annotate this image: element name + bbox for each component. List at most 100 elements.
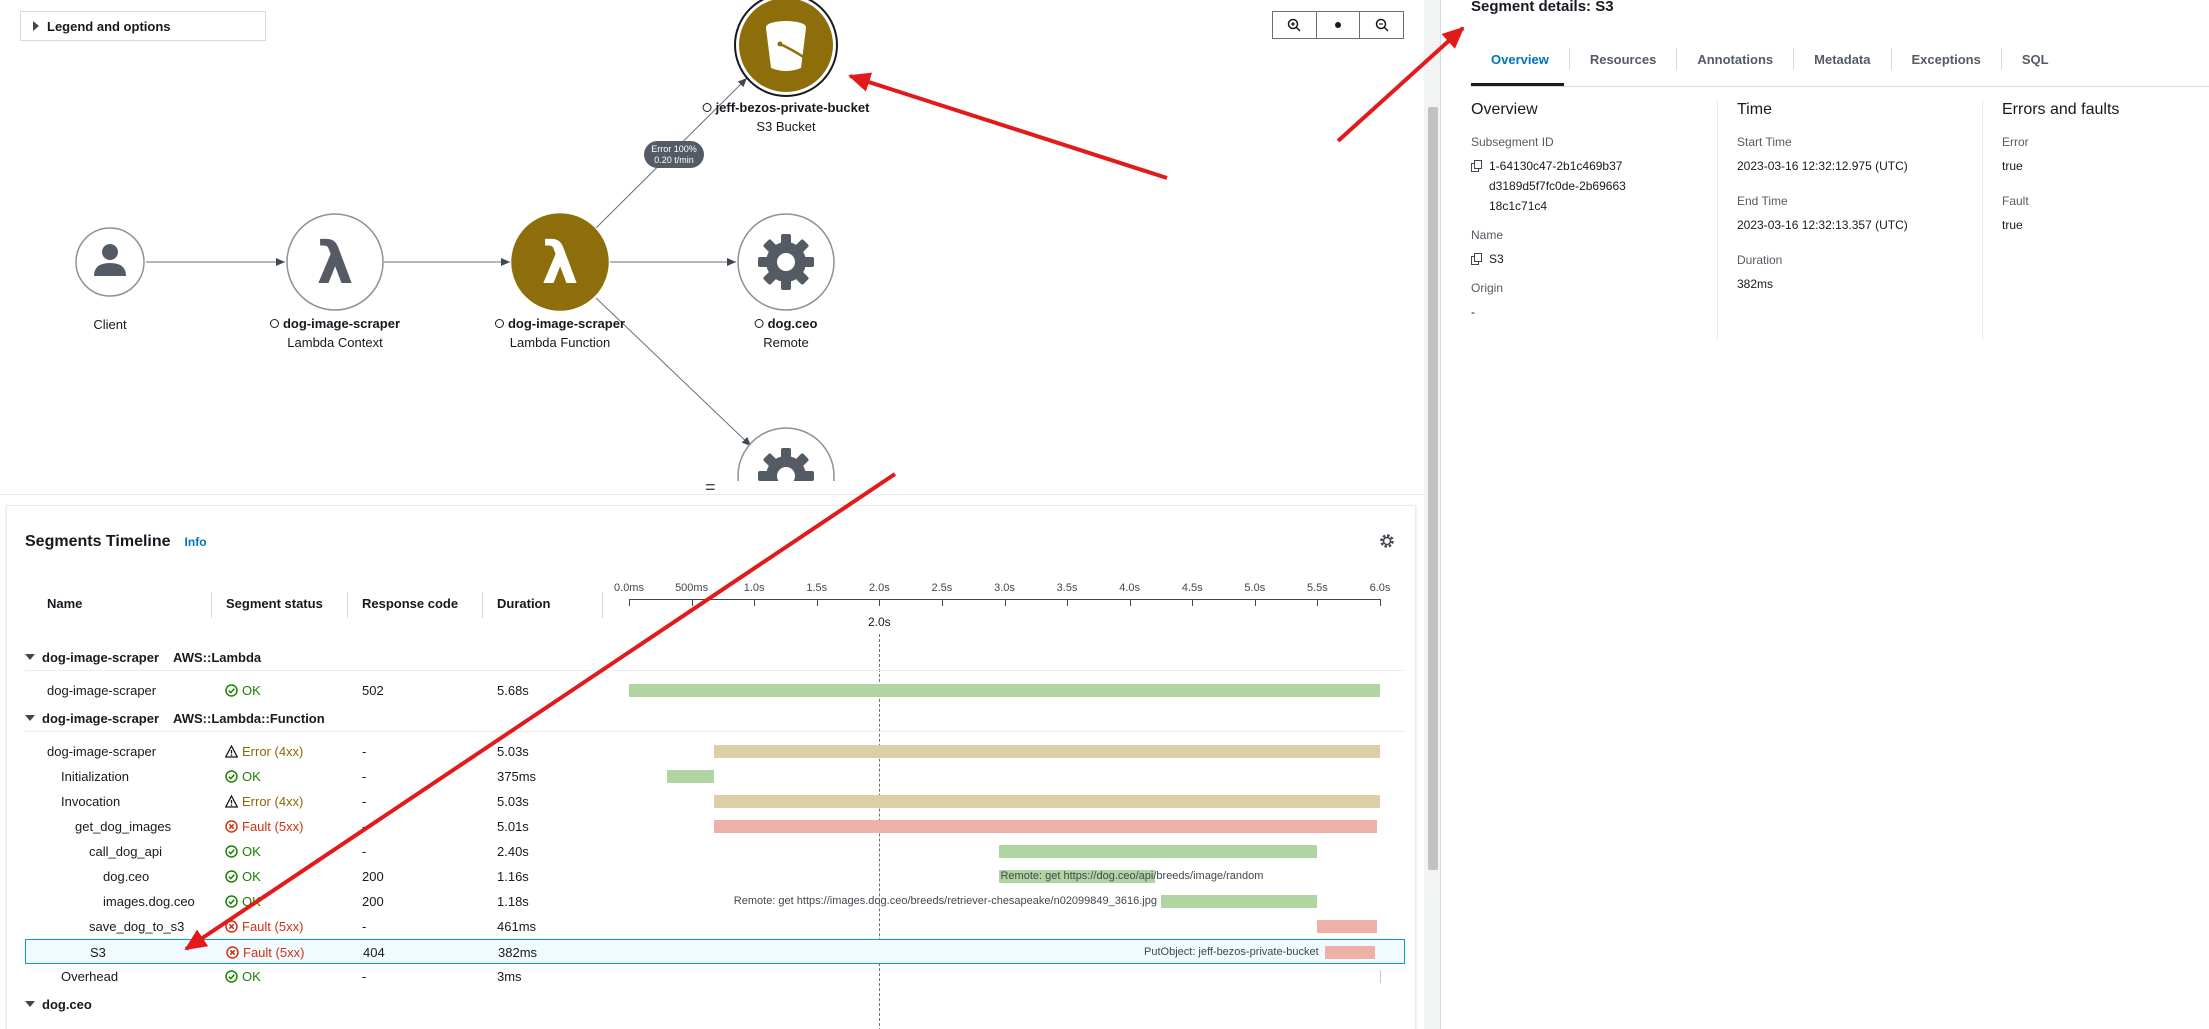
timeline-row[interactable]: Overhead OK - 3ms xyxy=(25,964,1405,989)
end-time-value: 2023-03-16 12:32:13.357 (UTC) xyxy=(1737,218,1908,232)
service-map[interactable]: λ λ Legend and options Client dog-image-… xyxy=(0,0,1424,495)
tab-sql[interactable]: SQL xyxy=(2002,48,2069,70)
response-code: - xyxy=(362,969,367,984)
response-code: - xyxy=(362,794,367,809)
segment-name: Overhead xyxy=(61,969,119,984)
tab-exceptions[interactable]: Exceptions xyxy=(1892,48,2002,70)
segment-duration: 3ms xyxy=(497,969,522,984)
node-lambda-function[interactable]: λ xyxy=(511,213,609,311)
segment-name: dog-image-scraper xyxy=(47,744,157,759)
axis-tick xyxy=(816,599,818,606)
segments-timeline-panel: Segments Timeline Info Name Segment stat… xyxy=(6,505,1416,1029)
scrollbar-thumb[interactable] xyxy=(1428,107,1438,870)
axis-tick xyxy=(1317,599,1319,606)
tab-metadata[interactable]: Metadata xyxy=(1794,48,1892,70)
segment-bar[interactable] xyxy=(1317,920,1378,933)
axis-tick-label: 500ms xyxy=(675,582,709,594)
legend-and-options-toggle[interactable]: Legend and options xyxy=(20,11,266,41)
tab-resources[interactable]: Resources xyxy=(1570,48,1678,70)
axis-tick-label: 4.5s xyxy=(1181,582,1203,594)
axis-tick xyxy=(1380,599,1381,606)
timeline-row[interactable]: save_dog_to_s3 Fault (5xx) - 461ms xyxy=(25,914,1405,939)
timeline-group-header[interactable]: dog-image-scraper AWS::Lambda xyxy=(25,646,1405,668)
settings-gear-icon[interactable] xyxy=(1379,533,1395,549)
segment-bar-label: Remote: get https://dog.ceo/api/breeds/i… xyxy=(1000,870,1264,882)
segment-bar[interactable] xyxy=(999,845,1318,858)
resize-handle-icon[interactable]: = xyxy=(705,478,716,495)
node-lambda-context[interactable]: λ xyxy=(286,213,384,311)
zoom-out-button[interactable] xyxy=(1360,12,1403,38)
column-header-name[interactable]: Name xyxy=(47,596,82,611)
node-subtitle: Remote xyxy=(763,335,809,350)
tab-overview[interactable]: Overview xyxy=(1471,48,1570,70)
segment-bar[interactable] xyxy=(714,745,1380,758)
segment-name: images.dog.ceo xyxy=(103,894,195,909)
legend-toggle-label: Legend and options xyxy=(47,18,171,34)
details-tabs: Overview Resources Annotations Metadata … xyxy=(1471,48,2069,86)
segment-name: save_dog_to_s3 xyxy=(89,919,185,934)
column-header-response-code[interactable]: Response code xyxy=(362,596,458,611)
origin-label: Origin xyxy=(1471,281,1504,295)
timeline-row[interactable]: call_dog_api OK - 2.40s xyxy=(25,839,1405,864)
timeline-group-header[interactable]: dog-image-scraper AWS::Lambda::Function xyxy=(25,707,1405,729)
timeline-row[interactable]: dog.ceo OK 200 1.16s Remote: get https://dog… xyxy=(25,864,1405,889)
copy-icon[interactable] xyxy=(1471,253,1483,265)
segment-bar[interactable] xyxy=(714,795,1380,808)
error-value: true xyxy=(2002,159,2023,173)
segment-status-text: Error (4xx) xyxy=(242,744,304,759)
segment-bar[interactable] xyxy=(1380,970,1381,983)
copy-icon[interactable] xyxy=(1471,160,1483,172)
zoom-in-button[interactable] xyxy=(1273,12,1317,38)
segment-status-text: OK xyxy=(242,769,261,784)
timeline-row[interactable]: images.dog.ceo OK 200 1.18s Remote: get http… xyxy=(25,889,1405,914)
node-client[interactable] xyxy=(75,227,145,297)
segment-name: call_dog_api xyxy=(89,844,163,859)
segment-status-text: Error (4xx) xyxy=(242,794,304,809)
subsegment-id-label: Subsegment ID xyxy=(1471,135,1554,149)
segment-duration: 382ms xyxy=(498,945,538,960)
response-code: - xyxy=(362,919,367,934)
axis-tick-label: 0.0ms xyxy=(614,582,644,594)
origin-value: - xyxy=(1471,305,1475,319)
timeline-row[interactable]: Invocation Error (4xx) - 5.03s xyxy=(25,789,1405,814)
segment-duration: 5.03s xyxy=(497,744,529,759)
fault-label: Fault xyxy=(2002,194,2029,208)
health-indicator-icon xyxy=(702,103,712,112)
caret-down-icon xyxy=(25,715,35,721)
zoom-reset-button[interactable] xyxy=(1317,12,1361,38)
info-link[interactable]: Info xyxy=(185,535,207,549)
node-s3-bucket[interactable] xyxy=(734,0,838,97)
column-divider xyxy=(347,592,348,618)
timeline-row[interactable]: Initialization OK - 375ms xyxy=(25,764,1405,789)
column-divider xyxy=(482,592,483,618)
segment-bar[interactable] xyxy=(629,684,1380,697)
segment-bar[interactable] xyxy=(1324,946,1375,959)
segment-bar-label: PutObject: jeff-bezos-private-bucket xyxy=(1144,946,1319,958)
group-divider xyxy=(25,731,1405,732)
segment-status: Fault (5xx) xyxy=(225,819,303,834)
timeline-row[interactable]: dog-image-scraper Error (4xx) - 5.03s xyxy=(25,739,1405,764)
timeline-row[interactable]: S3 Fault (5xx) 404 382ms PutObject: jeff-bez… xyxy=(25,939,1405,964)
gear-icon xyxy=(758,234,814,290)
timeline-row[interactable]: dog-image-scraper OK 502 5.68s xyxy=(25,678,1405,703)
axis-tick xyxy=(629,599,630,606)
tab-annotations[interactable]: Annotations xyxy=(1677,48,1795,70)
column-header-duration[interactable]: Duration xyxy=(497,596,550,611)
section-divider xyxy=(1982,100,1983,340)
segment-details-panel: Segment details: S3 Overview Resources A… xyxy=(1441,0,2209,1029)
node-title: jeff-bezos-private-bucket xyxy=(715,100,870,115)
column-header-status[interactable]: Segment status xyxy=(226,596,323,611)
segment-bar[interactable] xyxy=(714,820,1378,833)
segment-bar[interactable] xyxy=(1160,895,1318,908)
segment-details-title: Segment details: S3 xyxy=(1471,0,1614,15)
segment-status: Fault (5xx) xyxy=(225,919,303,934)
segment-bar[interactable] xyxy=(666,770,715,783)
node-dog-ceo[interactable] xyxy=(737,213,835,311)
edge-error-badge[interactable]: Error 100% 0.20 t/min xyxy=(644,141,704,168)
lambda-icon: λ xyxy=(542,229,579,297)
timeline-group-header[interactable]: dog.ceo xyxy=(25,993,1405,1015)
overview-section: Overview Subsegment ID 1-64130c47-2b1c46… xyxy=(1471,101,1696,334)
caret-right-icon xyxy=(33,21,39,31)
timeline-row[interactable]: get_dog_images Fault (5xx) - 5.01s xyxy=(25,814,1405,839)
axis-tick xyxy=(754,599,756,606)
